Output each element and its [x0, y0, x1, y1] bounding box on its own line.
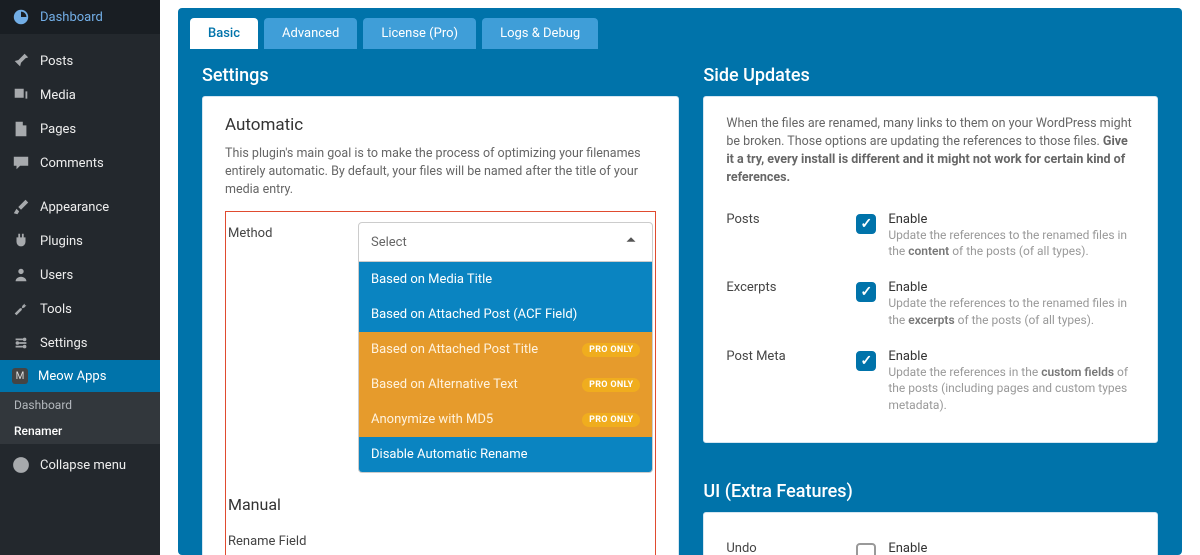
side-updates-heading: Side Updates — [703, 49, 1158, 96]
settings-icon — [12, 334, 30, 352]
excerpts-desc: Update the references to the renamed fil… — [888, 295, 1135, 329]
enable-label: Enable — [888, 349, 1135, 364]
undo-checkbox[interactable] — [856, 543, 876, 555]
media-icon — [12, 86, 30, 104]
automatic-desc: This plugin's main goal is to make the p… — [225, 145, 656, 199]
collapse-menu[interactable]: Collapse menu — [0, 448, 160, 482]
sidebar-item-pages[interactable]: Pages — [0, 112, 160, 146]
pin-icon — [12, 52, 30, 70]
select-placeholder: Select — [371, 235, 407, 250]
option-media-title[interactable]: Based on Media Title — [359, 262, 652, 297]
sidebar-item-media[interactable]: Media — [0, 78, 160, 112]
ui-card: Undo Enable An undo icon will be added t… — [703, 512, 1158, 555]
method-select[interactable]: Select Based on Media Title Based on Att… — [358, 222, 653, 473]
sidebar-label: Users — [40, 268, 73, 283]
sidebar-label: Collapse menu — [40, 458, 126, 473]
page-icon — [12, 120, 30, 138]
sidebar-item-users[interactable]: Users — [0, 258, 160, 292]
option-attached-post-title[interactable]: Based on Attached Post Title PRO ONLY — [359, 332, 652, 367]
enable-label: Enable — [888, 280, 1135, 295]
sidebar-label: Appearance — [40, 200, 109, 215]
tab-license[interactable]: License (Pro) — [363, 18, 476, 49]
tab-basic[interactable]: Basic — [190, 18, 258, 49]
sidebar-item-dashboard[interactable]: Dashboard — [0, 0, 160, 34]
sidebar-label: Posts — [40, 54, 73, 69]
sidebar-label: Comments — [40, 156, 104, 171]
enable-label: Enable — [888, 541, 1135, 555]
tab-advanced[interactable]: Advanced — [264, 18, 357, 49]
sidebar-item-settings[interactable]: Settings — [0, 326, 160, 360]
sidebar-item-posts[interactable]: Posts — [0, 44, 160, 78]
plugin-icon — [12, 232, 30, 250]
submenu-renamer[interactable]: Renamer — [0, 418, 160, 444]
method-label: Method — [228, 222, 358, 241]
brush-icon — [12, 198, 30, 216]
user-icon — [12, 266, 30, 284]
method-highlight: Method Select Based on Media Title — [225, 211, 656, 555]
sidebar-submenu: Dashboard Renamer — [0, 392, 160, 444]
enable-label: Enable — [888, 212, 1135, 227]
submenu-dashboard[interactable]: Dashboard — [0, 392, 160, 418]
sidebar-item-plugins[interactable]: Plugins — [0, 224, 160, 258]
sidebar-item-comments[interactable]: Comments — [0, 146, 160, 180]
excerpts-label: Excerpts — [726, 280, 856, 295]
postmeta-checkbox[interactable] — [856, 351, 876, 371]
comment-icon — [12, 154, 30, 172]
method-dropdown: Based on Media Title Based on Attached P… — [358, 262, 653, 473]
posts-label: Posts — [726, 212, 856, 227]
pro-badge: PRO ONLY — [582, 378, 640, 392]
side-updates-card: When the files are renamed, many links t… — [703, 96, 1158, 443]
settings-card: Automatic This plugin's main goal is to … — [202, 96, 679, 555]
sidebar-item-meow-apps[interactable]: M Meow Apps — [0, 360, 160, 392]
admin-sidebar: Dashboard Posts Media Pages Comments App… — [0, 0, 160, 555]
sidebar-label: Dashboard — [40, 10, 103, 25]
pro-badge: PRO ONLY — [582, 343, 640, 357]
undo-label: Undo — [726, 541, 856, 555]
tab-logs[interactable]: Logs & Debug — [482, 18, 598, 49]
automatic-title: Automatic — [225, 115, 656, 135]
settings-heading: Settings — [202, 49, 679, 96]
ui-heading: UI (Extra Features) — [703, 465, 1158, 512]
option-alternative-text[interactable]: Based on Alternative Text PRO ONLY — [359, 367, 652, 402]
sidebar-item-appearance[interactable]: Appearance — [0, 190, 160, 224]
sidebar-label: Media — [40, 88, 76, 103]
pro-badge: PRO ONLY — [582, 413, 640, 427]
option-attached-post-acf[interactable]: Based on Attached Post (ACF Field) — [359, 297, 652, 332]
posts-checkbox[interactable] — [856, 214, 876, 234]
chevron-up-icon — [622, 231, 640, 253]
excerpts-checkbox[interactable] — [856, 282, 876, 302]
postmeta-label: Post Meta — [726, 349, 856, 364]
wrench-icon — [12, 300, 30, 318]
side-updates-intro: When the files are renamed, many links t… — [726, 115, 1135, 188]
collapse-icon — [12, 456, 30, 474]
content-area: Basic Advanced License (Pro) Logs & Debu… — [160, 0, 1200, 555]
sidebar-label: Settings — [40, 336, 87, 351]
meow-icon: M — [12, 368, 28, 384]
option-anonymize-md5[interactable]: Anonymize with MD5 PRO ONLY — [359, 402, 652, 437]
dashboard-icon — [12, 8, 30, 26]
option-disable-auto[interactable]: Disable Automatic Rename — [359, 437, 652, 472]
manual-title: Manual — [228, 495, 653, 514]
sidebar-label: Tools — [40, 302, 72, 317]
settings-tabs: Basic Advanced License (Pro) Logs & Debu… — [178, 8, 1182, 49]
sidebar-label: Pages — [40, 122, 76, 137]
posts-desc: Update the references to the renamed fil… — [888, 227, 1135, 261]
sidebar-label: Meow Apps — [38, 369, 106, 384]
sidebar-item-tools[interactable]: Tools — [0, 292, 160, 326]
postmeta-desc: Update the references in the custom fiel… — [888, 364, 1135, 414]
sidebar-label: Plugins — [40, 234, 83, 249]
rename-field-label: Rename Field — [228, 530, 358, 549]
